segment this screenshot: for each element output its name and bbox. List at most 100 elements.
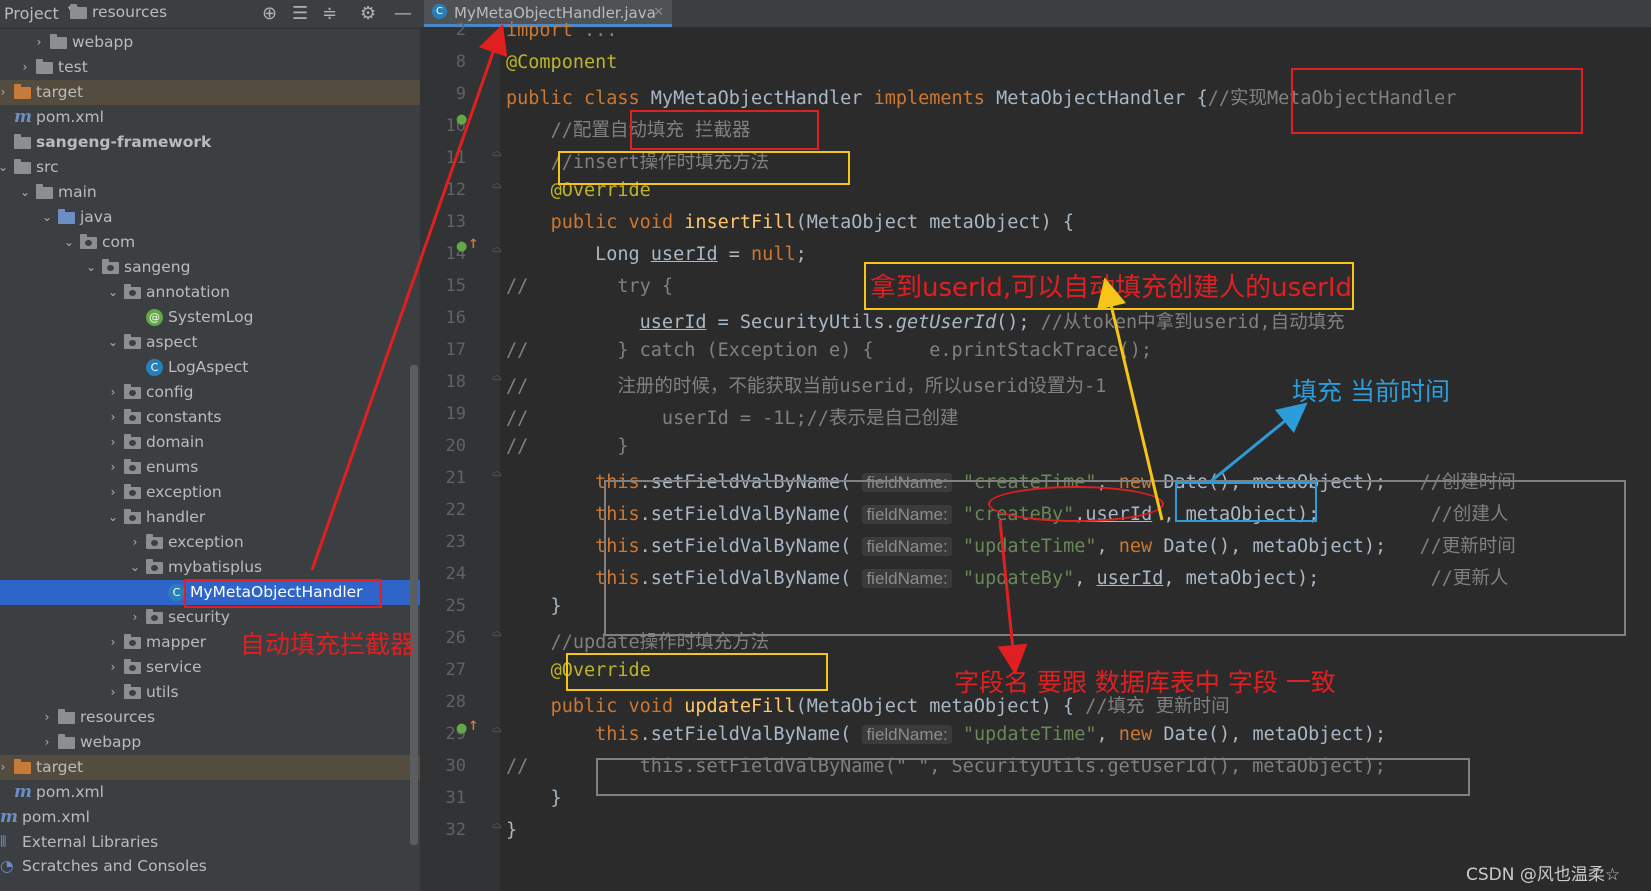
tree-item[interactable]: ⫴ External Libraries bbox=[0, 830, 432, 855]
chevron-down-icon[interactable]: ⌄ bbox=[106, 330, 120, 355]
tree-item[interactable]: ⌄ aspect bbox=[0, 330, 432, 355]
chevron-right-icon[interactable]: › bbox=[106, 380, 120, 405]
chevron-right-icon[interactable]: › bbox=[106, 430, 120, 455]
tree-item[interactable]: ◔ Scratches and Consoles bbox=[0, 854, 432, 879]
line-number: 19 bbox=[445, 404, 466, 424]
tree-item-label: resources bbox=[92, 3, 168, 21]
package-icon bbox=[124, 634, 141, 649]
tree-item[interactable]: › test bbox=[0, 55, 432, 80]
chevron-down-icon[interactable]: ⌄ bbox=[18, 180, 32, 205]
chevron-right-icon[interactable]: › bbox=[106, 655, 120, 680]
folder-icon bbox=[36, 59, 53, 74]
tree-item[interactable]: › webapp bbox=[0, 30, 432, 55]
package-icon bbox=[80, 234, 97, 249]
override-arrow-icon[interactable]: ↑ bbox=[468, 237, 479, 252]
chevron-down-icon[interactable]: ⌄ bbox=[128, 555, 142, 580]
implements-marker-icon[interactable]: ● bbox=[456, 112, 467, 127]
chevron-right-icon[interactable]: › bbox=[106, 680, 120, 705]
chevron-down-icon[interactable]: ⌄ bbox=[62, 230, 76, 255]
tree-item[interactable]: m pom.xml bbox=[0, 780, 432, 805]
tree-item[interactable]: sangeng-framework bbox=[0, 130, 432, 155]
tree-item[interactable]: m pom.xml bbox=[0, 805, 432, 830]
chevron-right-icon[interactable]: › bbox=[0, 755, 10, 780]
chevron-down-icon[interactable]: ⌄ bbox=[84, 255, 98, 280]
chevron-down-icon[interactable]: ⌄ bbox=[40, 205, 54, 230]
tree-item-label: constants bbox=[146, 408, 222, 426]
tree-item[interactable]: › enums bbox=[0, 455, 432, 480]
fold-icon[interactable]: ⌓ bbox=[492, 817, 502, 832]
tree-item[interactable]: resources bbox=[0, 0, 432, 25]
chevron-down-icon[interactable]: ⌄ bbox=[106, 280, 120, 305]
line-number: 13 bbox=[445, 212, 466, 232]
chevron-right-icon[interactable]: › bbox=[0, 80, 10, 105]
tree-item-label: webapp bbox=[80, 733, 142, 751]
fold-icon[interactable]: ⌓ bbox=[492, 177, 502, 192]
tree-item-label: Scratches and Consoles bbox=[22, 857, 207, 875]
code-line-12: @Override bbox=[550, 180, 651, 201]
line-number: 17 bbox=[445, 340, 466, 360]
fold-icon[interactable]: ⌓ bbox=[492, 721, 502, 736]
get-userid-note: 拿到userId,可以自动填充创建人的userId bbox=[870, 273, 1353, 303]
chevron-right-icon[interactable]: › bbox=[128, 530, 142, 555]
tree-item[interactable]: ⌄ java bbox=[0, 205, 432, 230]
fold-icon[interactable]: ⌓ bbox=[492, 241, 502, 256]
code-line-30: // this.setFieldValByName(" ", SecurityU… bbox=[506, 756, 1386, 777]
tree-item[interactable]: › target bbox=[0, 80, 432, 105]
tree-item[interactable]: › domain bbox=[0, 430, 432, 455]
chevron-right-icon[interactable]: › bbox=[40, 730, 54, 755]
override-marker-icon[interactable]: ● bbox=[456, 721, 467, 736]
tree-item-label: test bbox=[58, 58, 88, 76]
tree-item[interactable]: ⌄ handler bbox=[0, 505, 432, 530]
code-line-23: this.setFieldValByName( fieldName: "upda… bbox=[595, 536, 1516, 557]
tree-item[interactable]: ⌄ mybatisplus bbox=[0, 555, 432, 580]
line-number: 15 bbox=[445, 276, 466, 296]
fold-icon[interactable]: ⌓ bbox=[492, 145, 502, 160]
chevron-right-icon[interactable]: › bbox=[106, 630, 120, 655]
chevron-down-icon[interactable]: ⌄ bbox=[0, 155, 10, 180]
chevron-right-icon[interactable]: › bbox=[32, 30, 46, 55]
override-arrow-icon[interactable]: ↑ bbox=[468, 719, 479, 734]
chevron-right-icon[interactable]: › bbox=[18, 55, 32, 80]
code-line-29: this.setFieldValByName( fieldName: "upda… bbox=[595, 724, 1387, 745]
editor-area: C MyMetaObjectHandler.java ✕ 2 8 9 10 11 12 13… bbox=[420, 0, 1651, 891]
package-icon bbox=[124, 459, 141, 474]
tree-item[interactable]: › exception bbox=[0, 480, 432, 505]
tree-item[interactable]: @ SystemLog bbox=[0, 305, 432, 330]
tree-item[interactable]: › resources bbox=[0, 705, 432, 730]
tree-item-label: MyMetaObjectHandler bbox=[190, 583, 363, 601]
tree-item[interactable]: C LogAspect bbox=[0, 355, 432, 380]
tree-item[interactable]: › utils bbox=[0, 680, 432, 705]
chevron-right-icon[interactable]: › bbox=[128, 605, 142, 630]
tree-item[interactable]: m pom.xml bbox=[0, 105, 432, 130]
chevron-down-icon[interactable]: ⌄ bbox=[106, 505, 120, 530]
field-name-note: 字段名 要跟 数据库表中 字段 一致 bbox=[954, 668, 1336, 697]
tree-item[interactable]: › config bbox=[0, 380, 432, 405]
fold-icon[interactable]: ⌓ bbox=[492, 465, 502, 480]
tree-item[interactable]: ⌄ annotation bbox=[0, 280, 432, 305]
chevron-right-icon[interactable]: › bbox=[106, 480, 120, 505]
chevron-right-icon[interactable]: › bbox=[106, 455, 120, 480]
folder-icon bbox=[36, 184, 53, 199]
tree-item[interactable]: ⌄ com bbox=[0, 230, 432, 255]
fold-icon[interactable]: ⌓ bbox=[492, 625, 502, 640]
tree-item[interactable]: › constants bbox=[0, 405, 432, 430]
package-icon bbox=[146, 559, 163, 574]
tree-item[interactable]: ⌄ sangeng bbox=[0, 255, 432, 280]
override-marker-icon[interactable]: ● bbox=[456, 239, 467, 254]
line-number: 11 bbox=[445, 148, 466, 168]
chevron-right-icon[interactable]: › bbox=[106, 405, 120, 430]
scrollbar[interactable] bbox=[410, 365, 418, 845]
tree-item[interactable]: ⌄ main bbox=[0, 180, 432, 205]
tree-item[interactable]: C MyMetaObjectHandler bbox=[0, 580, 432, 605]
package-icon bbox=[102, 259, 119, 274]
code-line-8: @Component bbox=[506, 52, 618, 73]
tree-item[interactable]: › exception bbox=[0, 530, 432, 555]
tree-item[interactable]: ⌄ src bbox=[0, 155, 432, 180]
fold-icon[interactable]: ⌓ bbox=[492, 369, 502, 384]
chevron-right-icon[interactable]: › bbox=[40, 705, 54, 730]
tree-item-label: pom.xml bbox=[36, 108, 104, 126]
tree-item[interactable]: › webapp bbox=[0, 730, 432, 755]
code-line-31: } bbox=[506, 788, 562, 809]
tree-item[interactable]: › target bbox=[0, 755, 432, 780]
close-icon[interactable]: ✕ bbox=[653, 0, 664, 26]
